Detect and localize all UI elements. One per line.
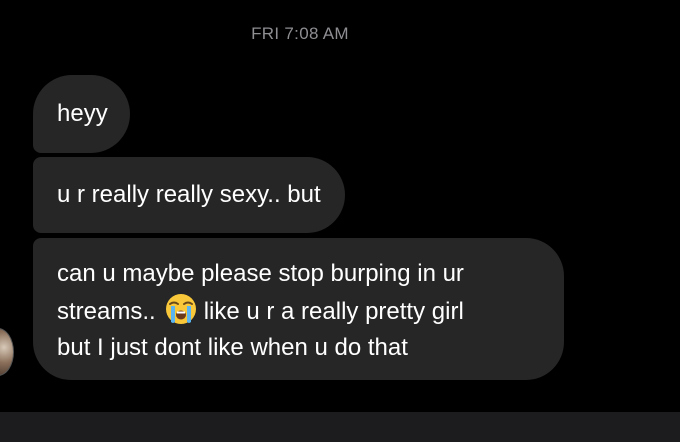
timestamp: FRI 7:08 AM [251,24,349,43]
message-bubble[interactable]: heyy [33,75,130,153]
message-text-fragment: streams.. [57,298,156,325]
message-composer-bar[interactable] [0,412,680,442]
message-text-line: can u maybe please stop burping in ur [57,260,464,287]
message-bubble[interactable]: u r really really sexy.. but [33,157,345,233]
loudly-crying-face-icon [164,292,198,326]
message-text: heyy [57,100,108,127]
avatar[interactable] [0,328,14,376]
message-text-fragment: like u r a really pretty girl [203,298,464,325]
message-text: u r really really sexy.. but [57,181,321,208]
message-bubble[interactable]: can u maybe please stop burping in ur st… [33,238,564,380]
message-text-line: streams.. like u r a really pretty girl [57,292,540,330]
message-text-line: but I just dont like when u do that [57,334,408,361]
